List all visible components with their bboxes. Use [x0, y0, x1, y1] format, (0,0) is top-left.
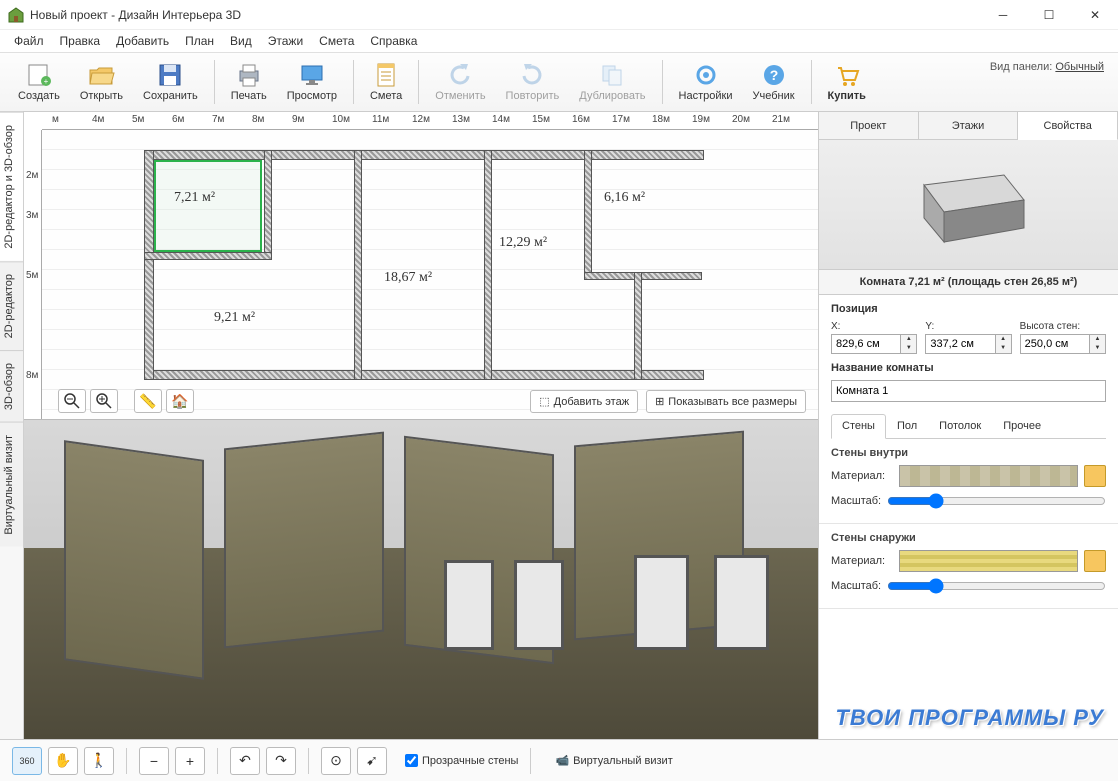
- tab-floors[interactable]: Этажи: [919, 112, 1019, 139]
- tab-3d[interactable]: 3D-обзор: [0, 350, 23, 422]
- zoom-in-3d[interactable]: +: [175, 747, 205, 775]
- panel-mode-link[interactable]: Обычный: [1055, 61, 1104, 73]
- redo-button: Повторить: [496, 60, 570, 104]
- menubar: Файл Правка Добавить План Вид Этажи Смет…: [0, 30, 1118, 52]
- scale-inside-slider[interactable]: [887, 493, 1106, 509]
- menu-help[interactable]: Справка: [362, 32, 425, 50]
- tab-project[interactable]: Проект: [819, 112, 919, 139]
- duplicate-button: Дублировать: [569, 60, 655, 104]
- add-floor-button[interactable]: ⬚Добавить этаж: [530, 390, 638, 413]
- room-label-2: 6,16 м²: [604, 190, 645, 206]
- save-button[interactable]: Сохранить: [133, 60, 208, 104]
- buy-button[interactable]: Купить: [818, 60, 876, 104]
- measure-button[interactable]: 📏: [134, 389, 162, 413]
- ruler-horizontal: м4м5м6м7м8м9м10м11м12м13м14м15м16м17м18м…: [42, 112, 818, 130]
- room-name-input[interactable]: [831, 380, 1106, 402]
- app-icon: [8, 7, 24, 23]
- browse-material-inside[interactable]: [1084, 465, 1106, 487]
- textbook-button[interactable]: ?Учебник: [742, 60, 804, 104]
- toolbar: +Создать Открыть Сохранить Печать Просмо…: [0, 52, 1118, 112]
- subtab-floor[interactable]: Пол: [886, 414, 928, 438]
- walls-outside-heading: Стены снаружи: [831, 532, 1106, 544]
- menu-file[interactable]: Файл: [6, 32, 52, 50]
- scale-outside-slider[interactable]: [887, 578, 1106, 594]
- settings-button[interactable]: Настройки: [669, 60, 743, 104]
- svg-text:+: +: [44, 77, 49, 86]
- walk-button[interactable]: 🚶: [84, 747, 114, 775]
- walls-inside-heading: Стены внутри: [831, 447, 1106, 459]
- view-3d[interactable]: [24, 420, 818, 739]
- zoom-out-3d[interactable]: −: [139, 747, 169, 775]
- create-button[interactable]: +Создать: [8, 60, 70, 104]
- tab-virtual[interactable]: Виртуальный визит: [0, 422, 23, 547]
- tab-properties[interactable]: Свойства: [1018, 112, 1118, 140]
- maximize-button[interactable]: ☐: [1026, 0, 1072, 30]
- home-button[interactable]: 🏠: [166, 389, 194, 413]
- dims-icon: ⊞: [655, 395, 664, 408]
- room-label-4: 12,29 м²: [499, 235, 547, 251]
- estimate-button[interactable]: Смета: [360, 60, 412, 104]
- tab-2d-3d[interactable]: 2D-редактор и 3D-обзор: [0, 112, 23, 261]
- browse-material-outside[interactable]: [1084, 550, 1106, 572]
- titlebar: Новый проект - Дизайн Интерьера 3D ─ ☐ ✕: [0, 0, 1118, 30]
- close-button[interactable]: ✕: [1072, 0, 1118, 30]
- minimize-button[interactable]: ─: [980, 0, 1026, 30]
- menu-view[interactable]: Вид: [222, 32, 260, 50]
- material-inside-swatch[interactable]: [899, 465, 1078, 487]
- zoom-in-button[interactable]: [90, 389, 118, 413]
- pos-y-input[interactable]: [925, 334, 995, 354]
- canvas-area: м4м5м6м7м8м9м10м11м12м13м14м15м16м17м18м…: [24, 112, 818, 739]
- pos-x-input[interactable]: [831, 334, 901, 354]
- room-preview-3d: [819, 140, 1118, 270]
- menu-add[interactable]: Добавить: [108, 32, 177, 50]
- layers-icon: ⬚: [539, 395, 549, 408]
- room-label-5: 9,21 м²: [214, 310, 255, 326]
- subtab-ceiling[interactable]: Потолок: [928, 414, 992, 438]
- menu-plan[interactable]: План: [177, 32, 222, 50]
- wall-height-input[interactable]: [1020, 334, 1090, 354]
- transparent-walls-checkbox[interactable]: Прозрачные стены: [405, 754, 518, 767]
- plan-2d-view[interactable]: 2м3м5м8м 7,21 м² 6,16 м² 18: [24, 130, 818, 420]
- room-label-3: 18,67 м²: [384, 270, 432, 286]
- material-outside-swatch[interactable]: [899, 550, 1078, 572]
- subtab-other[interactable]: Прочее: [992, 414, 1052, 438]
- selected-room[interactable]: [154, 160, 262, 252]
- compass-button[interactable]: ➹: [357, 747, 387, 775]
- menu-estimate[interactable]: Смета: [311, 32, 362, 50]
- zoom-out-button[interactable]: [58, 389, 86, 413]
- room-name-heading: Название комнаты: [831, 362, 1106, 374]
- tab-2d[interactable]: 2D-редактор: [0, 261, 23, 350]
- print-button[interactable]: Печать: [221, 60, 277, 104]
- room-info: Комната 7,21 м² (площадь стен 26,85 м²): [819, 270, 1118, 295]
- panel-mode: Вид панели: Обычный: [990, 61, 1104, 73]
- preview-button[interactable]: Просмотр: [277, 60, 347, 104]
- virtual-visit-button[interactable]: 📹Виртуальный визит: [555, 754, 672, 767]
- ruler-vertical: 2м3м5м8м: [24, 130, 42, 419]
- room-label-1: 7,21 м²: [174, 190, 215, 206]
- bottom-bar: 360 ✋ 🚶 − + ↶ ↷ ⊙ ➹ Прозрачные стены 📹Ви…: [0, 739, 1118, 781]
- menu-floors[interactable]: Этажи: [260, 32, 311, 50]
- reset-view-button[interactable]: ⊙: [321, 747, 351, 775]
- window-title: Новый проект - Дизайн Интерьера 3D: [30, 8, 980, 22]
- pan-button[interactable]: ✋: [48, 747, 78, 775]
- menu-edit[interactable]: Правка: [52, 32, 109, 50]
- left-tabs: 2D-редактор и 3D-обзор 2D-редактор 3D-об…: [0, 112, 24, 739]
- open-button[interactable]: Открыть: [70, 60, 133, 104]
- rotate-ccw-button[interactable]: ↶: [230, 747, 260, 775]
- undo-button: Отменить: [425, 60, 495, 104]
- show-dims-button[interactable]: ⊞Показывать все размеры: [646, 390, 806, 413]
- subtab-walls[interactable]: Стены: [831, 414, 886, 439]
- orbit-360-button[interactable]: 360: [12, 747, 42, 775]
- position-heading: Позиция: [831, 303, 1106, 315]
- side-panel: Проект Этажи Свойства Комната 7,21 м² (п…: [818, 112, 1118, 739]
- rotate-cw-button[interactable]: ↷: [266, 747, 296, 775]
- svg-text:?: ?: [769, 67, 778, 83]
- camera-icon: 📹: [555, 754, 569, 767]
